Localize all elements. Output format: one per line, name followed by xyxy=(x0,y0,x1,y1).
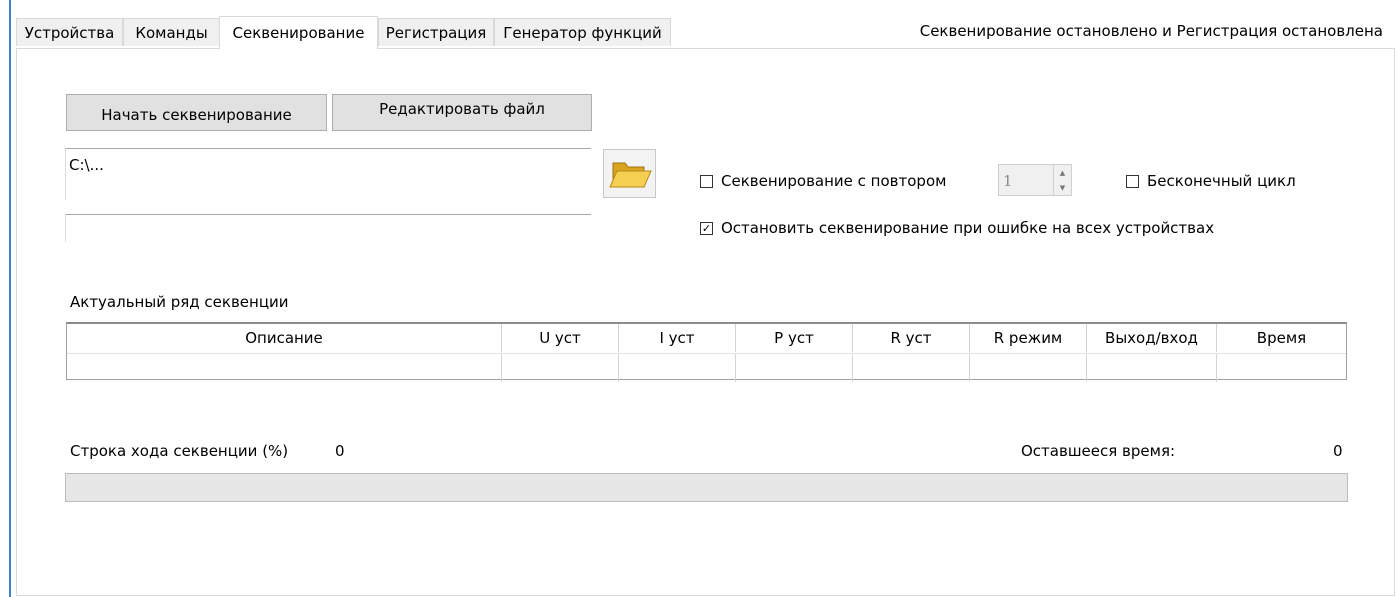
tab-sequencing[interactable]: Секвенирование xyxy=(219,16,378,49)
table-cell xyxy=(1087,354,1217,382)
progress-value: 0 xyxy=(335,442,345,460)
current-row-label: Актуальный ряд секвенции xyxy=(70,293,289,311)
remaining-time-value: 0 xyxy=(1333,442,1343,460)
remaining-time-label: Оставшееся время: xyxy=(1021,442,1176,460)
stepper-down-icon[interactable]: ▼ xyxy=(1054,180,1071,195)
column-header-time[interactable]: Время xyxy=(1217,324,1346,352)
stop-on-error-checkbox[interactable]: ✓ Остановить секвенирование при ошибке н… xyxy=(700,219,1214,237)
folder-open-icon xyxy=(609,162,652,188)
file-path-field[interactable]: C:\... xyxy=(65,148,591,200)
table-header: Описание U уст I уст P уст R уст R режим… xyxy=(67,324,1346,352)
open-folder-button[interactable] xyxy=(603,149,656,198)
repeat-count-stepper[interactable]: 1 ▲ ▼ xyxy=(998,164,1072,196)
tab-function-generator[interactable]: Генератор функций xyxy=(494,18,671,46)
table-cell xyxy=(853,354,970,382)
progress-label: Строка хода секвенции (%) xyxy=(70,442,289,460)
stop-on-error-checkbox-box[interactable]: ✓ xyxy=(700,221,713,235)
column-header-r-set[interactable]: R уст xyxy=(853,324,970,352)
window-left-edge xyxy=(9,0,11,597)
sequence-progress-bar xyxy=(65,473,1348,502)
column-header-r-mode[interactable]: R режим xyxy=(970,324,1087,352)
table-cell xyxy=(502,354,619,382)
column-header-i-set[interactable]: I уст xyxy=(619,324,736,352)
tab-commands[interactable]: Команды xyxy=(123,18,220,46)
repeat-sequencing-checkbox[interactable]: Секвенирование с повтором xyxy=(700,172,946,190)
repeat-count-value[interactable]: 1 xyxy=(1003,172,1013,190)
stop-on-error-label: Остановить секвенирование при ошибке на … xyxy=(721,219,1215,237)
status-text: Секвенирование остановлено и Регистрация… xyxy=(919,22,1383,40)
sequence-row-table: Описание U уст I уст P уст R уст R режим… xyxy=(66,322,1347,382)
infinite-checkbox-label: Бесконечный цикл xyxy=(1147,172,1296,190)
repeat-checkbox-label: Секвенирование с повтором xyxy=(721,172,947,190)
repeat-checkbox-box[interactable] xyxy=(700,174,713,188)
edit-file-button[interactable]: Редактировать файл xyxy=(332,94,592,131)
column-header-output-input[interactable]: Выход/вход xyxy=(1087,324,1217,352)
table-cell xyxy=(736,354,853,382)
infinite-checkbox-box[interactable] xyxy=(1126,174,1139,188)
start-sequencing-button[interactable]: Начать секвенирование xyxy=(66,94,327,131)
tab-devices[interactable]: Устройства xyxy=(16,18,123,46)
table-cell xyxy=(619,354,736,382)
column-header-u-set[interactable]: U уст xyxy=(502,324,619,352)
column-header-p-set[interactable]: P уст xyxy=(736,324,853,352)
tab-registration[interactable]: Регистрация xyxy=(378,18,494,46)
file-info-field[interactable] xyxy=(65,214,591,242)
table-cell xyxy=(67,354,502,382)
table-row[interactable] xyxy=(67,353,1346,382)
stepper-up-icon[interactable]: ▲ xyxy=(1054,165,1071,180)
stepper-arrows: ▲ ▼ xyxy=(1053,165,1071,195)
table-cell xyxy=(970,354,1087,382)
column-header-description[interactable]: Описание xyxy=(67,324,502,352)
table-cell xyxy=(1217,354,1346,382)
infinite-loop-checkbox[interactable]: Бесконечный цикл xyxy=(1126,172,1296,190)
